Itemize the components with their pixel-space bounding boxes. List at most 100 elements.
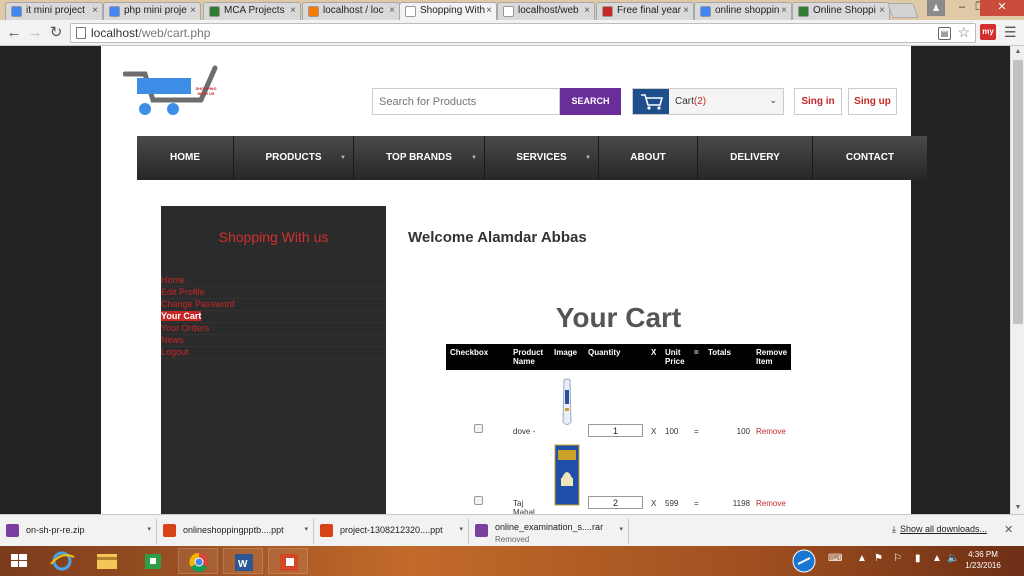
close-downloads-icon[interactable]: ✕ xyxy=(1004,523,1013,536)
battery-icon[interactable]: ▮ xyxy=(915,553,921,564)
cart-dropdown[interactable]: Cart(2) ⌄ xyxy=(632,88,784,115)
bookmark-star-icon[interactable]: ☆ xyxy=(957,24,970,41)
nav-home[interactable]: HOME xyxy=(137,136,234,180)
chevron-down-icon[interactable]: ▾ xyxy=(619,525,623,533)
connection-icon[interactable] xyxy=(792,549,816,576)
page-scrollbar[interactable]: ▲ ▼ xyxy=(1010,46,1024,514)
close-window-button[interactable]: ✕ xyxy=(980,0,1024,16)
logo-text: SHOPPING WITH US xyxy=(195,86,217,96)
browser-tab[interactable]: it mini project × xyxy=(5,2,103,20)
header-x: X xyxy=(651,348,657,357)
translate-icon[interactable]: ▤ xyxy=(938,27,951,40)
web-page: SHOPPING WITH US SEARCH Cart(2) ⌄ Sing i… xyxy=(101,46,927,514)
extension-my-icon[interactable]: my xyxy=(980,24,996,40)
dropdown-arrow-icon: ▼ xyxy=(471,155,477,161)
tab-close-icon[interactable]: × xyxy=(290,3,296,19)
chrome-menu-icon[interactable]: ☰ xyxy=(1004,24,1017,41)
show-hidden-icons[interactable]: ▲ xyxy=(857,553,867,564)
download-name: online_examination_s....rar xyxy=(495,522,604,532)
volume-icon[interactable]: 🔈 xyxy=(947,553,959,564)
word-icon[interactable]: W xyxy=(223,548,263,574)
scroll-down-icon[interactable]: ▼ xyxy=(1011,502,1024,514)
flag-icon[interactable]: ⚐ xyxy=(893,553,902,564)
download-item[interactable]: on-sh-pr-re.zip ▾ xyxy=(0,518,157,544)
action-center-icon[interactable]: ⚑ xyxy=(874,553,883,564)
nav-top-brands[interactable]: TOP BRANDS ▼ xyxy=(354,136,485,180)
file-icon xyxy=(6,524,19,537)
nav-products[interactable]: PRODUCTS ▼ xyxy=(234,136,354,180)
sidebar-item-change-password[interactable]: Change Password xyxy=(161,299,386,311)
browser-tab[interactable]: localhost / loc × xyxy=(302,2,400,20)
sidebar-item-edit-profile[interactable]: Edit Profile xyxy=(161,287,386,299)
tab-close-icon[interactable]: × xyxy=(190,3,196,19)
tab-close-icon[interactable]: × xyxy=(683,3,689,19)
nav-delivery[interactable]: DELIVERY xyxy=(698,136,813,180)
store-icon[interactable] xyxy=(133,548,173,574)
nav-about[interactable]: ABOUT xyxy=(599,136,698,180)
chevron-down-icon[interactable]: ▾ xyxy=(459,525,463,533)
tab-close-icon[interactable]: × xyxy=(781,3,787,19)
header-quantity: Quantity xyxy=(588,348,621,357)
sidebar-item-home[interactable]: Home xyxy=(161,275,386,287)
browser-tab[interactable]: MCA Projects × xyxy=(203,2,301,20)
download-name: on-sh-pr-re.zip xyxy=(26,525,85,535)
nav-services[interactable]: SERVICES ▼ xyxy=(485,136,599,180)
sidebar-item-news[interactable]: News xyxy=(161,335,386,347)
tab-close-icon[interactable]: × xyxy=(389,3,395,19)
quantity-input[interactable] xyxy=(588,424,643,437)
download-item[interactable]: online_examination_s....rar Removed ▾ xyxy=(469,518,629,544)
sidebar-item-your-orders[interactable]: Your Orders xyxy=(161,323,386,335)
tab-close-icon[interactable]: × xyxy=(486,3,492,19)
nav-contact[interactable]: CONTACT xyxy=(813,136,927,180)
powerpoint-icon[interactable] xyxy=(268,548,308,574)
tab-close-icon[interactable]: × xyxy=(92,3,98,19)
new-tab-button[interactable] xyxy=(887,3,919,18)
browser-tab[interactable]: Shopping With × xyxy=(399,2,497,20)
sign-up-button[interactable]: Sing up xyxy=(848,88,897,115)
tab-close-icon[interactable]: × xyxy=(879,3,885,19)
download-item[interactable]: onlineshoppingpptb....ppt ▾ xyxy=(157,518,314,544)
back-icon[interactable]: ← xyxy=(4,23,24,43)
browser-tab[interactable]: localhost/web × xyxy=(497,2,595,20)
file-explorer-icon[interactable] xyxy=(87,548,127,574)
profile-icon[interactable]: ♟ xyxy=(927,0,945,16)
scroll-up-icon[interactable]: ▲ xyxy=(1011,46,1024,58)
address-bar[interactable]: localhost/web/cart.php ▤ ☆ xyxy=(70,23,976,43)
scrollbar-thumb[interactable] xyxy=(1013,60,1023,324)
network-icon[interactable]: ▲ xyxy=(932,553,942,564)
product-image xyxy=(554,444,580,506)
header-product-name: Product Name xyxy=(513,348,544,366)
download-item[interactable]: project-1308212320....ppt ▾ xyxy=(314,518,469,544)
quantity-input[interactable] xyxy=(588,496,643,509)
equals-sign: = xyxy=(694,499,699,508)
header-totals: Totals xyxy=(708,348,731,357)
browser-tab[interactable]: php mini proje × xyxy=(103,2,201,20)
internet-explorer-icon[interactable] xyxy=(42,548,82,574)
search-button[interactable]: SEARCH xyxy=(560,88,621,115)
browser-tab[interactable]: Free final year × xyxy=(596,2,694,20)
browser-tab[interactable]: online shoppin × xyxy=(694,2,792,20)
remove-link[interactable]: Remove xyxy=(756,427,786,436)
page-info-icon[interactable] xyxy=(76,27,86,39)
remove-link[interactable]: Remove xyxy=(756,499,786,508)
sign-in-button[interactable]: Sing in xyxy=(794,88,842,115)
browser-tab[interactable]: Online Shoppi × xyxy=(792,2,890,20)
show-all-downloads-link[interactable]: ⤓ Show all downloads... xyxy=(892,524,987,535)
row-checkbox[interactable] xyxy=(474,424,483,433)
row-checkbox[interactable] xyxy=(474,496,483,505)
reload-icon[interactable]: ↻ xyxy=(46,23,66,43)
page-icon xyxy=(503,6,514,17)
forward-icon[interactable]: → xyxy=(25,23,45,43)
system-clock[interactable]: 4:36 PM 1/23/2016 xyxy=(960,549,1006,571)
search-input[interactable] xyxy=(372,88,560,115)
sidebar-item-logout[interactable]: Logout xyxy=(161,347,386,359)
chevron-down-icon[interactable]: ▾ xyxy=(147,525,151,533)
start-button[interactable] xyxy=(0,548,38,574)
sidebar-item-your-cart[interactable]: Your Cart xyxy=(161,311,386,323)
chevron-down-icon[interactable]: ▾ xyxy=(304,525,308,533)
tab-close-icon[interactable]: × xyxy=(584,3,590,19)
chrome-icon[interactable] xyxy=(178,548,218,574)
product-name: dove - xyxy=(513,427,536,436)
keyboard-icon[interactable]: ⌨ xyxy=(828,553,842,564)
equals-sign: = xyxy=(694,427,699,436)
